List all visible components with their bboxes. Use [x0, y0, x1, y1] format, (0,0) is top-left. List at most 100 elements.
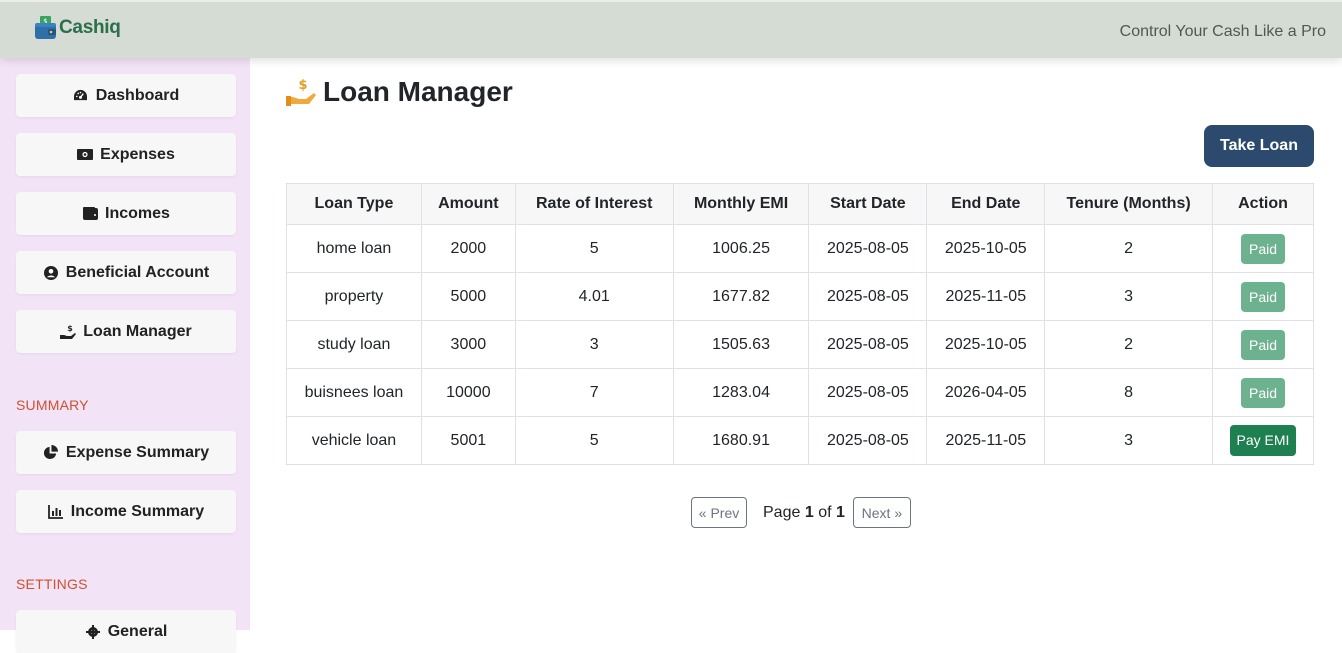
cell-action: Paid [1212, 368, 1314, 417]
cell-action: Paid [1212, 224, 1314, 273]
cell-emi: 1505.63 [672, 320, 810, 369]
cell-end-date: 2025-10-05 [926, 320, 1046, 369]
cell-loan-type: property [286, 272, 422, 321]
hand-dollar-icon: $ [286, 77, 316, 107]
column-header: Action [1212, 183, 1314, 225]
sidebar-item-dashboard[interactable]: Dashboard [16, 74, 236, 117]
pie-chart-icon [43, 445, 59, 461]
sidebar-item-label: General [107, 622, 168, 640]
sidebar-item-label: Expense Summary [65, 443, 210, 461]
cell-rate: 5 [514, 416, 674, 465]
sidebar-item-label: Dashboard [95, 86, 180, 104]
cell-tenure: 3 [1044, 416, 1214, 465]
svg-text:$: $ [67, 324, 73, 333]
cell-start-date: 2025-08-05 [808, 320, 928, 369]
cell-tenure: 8 [1044, 368, 1214, 417]
gauge-icon [73, 88, 89, 104]
cell-end-date: 2025-11-05 [926, 416, 1046, 465]
bar-chart-icon [48, 504, 64, 520]
cell-end-date: 2025-11-05 [926, 272, 1046, 321]
cell-emi: 1006.25 [672, 224, 810, 273]
cell-rate: 7 [514, 368, 674, 417]
paid-button[interactable]: Paid [1241, 377, 1285, 408]
of-word: of [818, 503, 832, 521]
total-pages: 1 [835, 503, 845, 521]
sidebar-item-loan-manager[interactable]: $ Loan Manager [16, 310, 236, 353]
svg-text:$: $ [298, 78, 307, 93]
brand-name: Cashiq [59, 17, 121, 38]
settings-section-label: SETTINGS [16, 576, 88, 592]
main-content: $ Loan Manager Take Loan Loan Type Amoun… [250, 58, 1342, 630]
pagination: « Prev Page 1 of 1 Next » [691, 497, 911, 528]
top-navbar: $ Cashiq Control Your Cash Like a Pro [0, 0, 1342, 58]
page-word: Page [763, 503, 801, 521]
cell-action: Paid [1212, 320, 1314, 369]
page-title: $ Loan Manager [286, 76, 513, 108]
cell-emi: 1680.91 [672, 416, 810, 465]
cell-start-date: 2025-08-05 [808, 416, 928, 465]
next-page-button[interactable]: Next » [852, 497, 911, 528]
cell-start-date: 2025-08-05 [808, 368, 928, 417]
column-header: Start Date [808, 183, 928, 225]
gear-icon [85, 624, 101, 640]
cell-loan-type: buisnees loan [286, 368, 422, 417]
sidebar: Dashboard Expenses Incomes Beneficial Ac… [0, 58, 250, 653]
wallet-logo-icon: $ [34, 15, 58, 41]
sidebar-item-general[interactable]: General [16, 610, 236, 653]
sidebar-item-income-summary[interactable]: Income Summary [16, 490, 236, 533]
cell-action: Paid [1212, 272, 1314, 321]
cell-tenure: 3 [1044, 272, 1214, 321]
cell-rate: 5 [514, 224, 674, 273]
cell-action: Pay EMI [1212, 416, 1314, 465]
cell-amount: 3000 [420, 320, 516, 369]
sidebar-item-label: Income Summary [70, 502, 205, 520]
column-header: Tenure (Months) [1044, 183, 1214, 225]
sidebar-item-expenses[interactable]: Expenses [16, 133, 236, 176]
column-header: End Date [926, 183, 1046, 225]
cell-end-date: 2026-04-05 [926, 368, 1046, 417]
column-header: Loan Type [286, 183, 422, 225]
paid-button[interactable]: Paid [1241, 281, 1285, 312]
hand-dollar-icon: $ [60, 324, 77, 340]
sidebar-item-label: Beneficial Account [65, 263, 210, 281]
prev-page-button[interactable]: « Prev [691, 497, 747, 528]
take-loan-button[interactable]: Take Loan [1204, 125, 1314, 167]
cell-amount: 5001 [420, 416, 516, 465]
table-row: property 5000 4.01 1677.82 2025-08-05 20… [286, 272, 1314, 321]
table-header-row: Loan Type Amount Rate of Interest Monthl… [286, 183, 1314, 225]
cell-start-date: 2025-08-05 [808, 272, 928, 321]
money-bill-icon [77, 147, 94, 163]
column-header: Amount [420, 183, 516, 225]
cell-emi: 1677.82 [672, 272, 810, 321]
current-page: 1 [804, 503, 814, 521]
page-title-text: Loan Manager [323, 76, 513, 107]
cell-emi: 1283.04 [672, 368, 810, 417]
page-indicator: Page 1 of 1 [763, 504, 845, 522]
cell-rate: 4.01 [514, 272, 674, 321]
user-circle-icon [43, 265, 59, 281]
cell-loan-type: study loan [286, 320, 422, 369]
brand-logo[interactable]: $ Cashiq [34, 15, 121, 41]
loan-table: Loan Type Amount Rate of Interest Monthl… [286, 183, 1314, 465]
cell-amount: 2000 [420, 224, 516, 273]
sidebar-item-label: Expenses [100, 145, 175, 163]
tagline: Control Your Cash Like a Pro [1119, 23, 1326, 40]
cell-loan-type: home loan [286, 224, 422, 273]
sidebar-item-beneficial-account[interactable]: Beneficial Account [16, 251, 236, 294]
pay-emi-button[interactable]: Pay EMI [1230, 425, 1296, 456]
paid-button[interactable]: Paid [1241, 233, 1285, 264]
table-row: buisnees loan 10000 7 1283.04 2025-08-05… [286, 368, 1314, 417]
cell-rate: 3 [514, 320, 674, 369]
cell-end-date: 2025-10-05 [926, 224, 1046, 273]
table-row: home loan 2000 5 1006.25 2025-08-05 2025… [286, 224, 1314, 273]
cell-start-date: 2025-08-05 [808, 224, 928, 273]
paid-button[interactable]: Paid [1241, 329, 1285, 360]
sidebar-item-expense-summary[interactable]: Expense Summary [16, 431, 236, 474]
table-row: study loan 3000 3 1505.63 2025-08-05 202… [286, 320, 1314, 369]
sidebar-item-incomes[interactable]: Incomes [16, 192, 236, 235]
column-header: Rate of Interest [514, 183, 674, 225]
cell-amount: 5000 [420, 272, 516, 321]
cell-tenure: 2 [1044, 224, 1214, 273]
summary-section-label: SUMMARY [16, 397, 89, 413]
sidebar-item-label: Loan Manager [83, 322, 192, 340]
